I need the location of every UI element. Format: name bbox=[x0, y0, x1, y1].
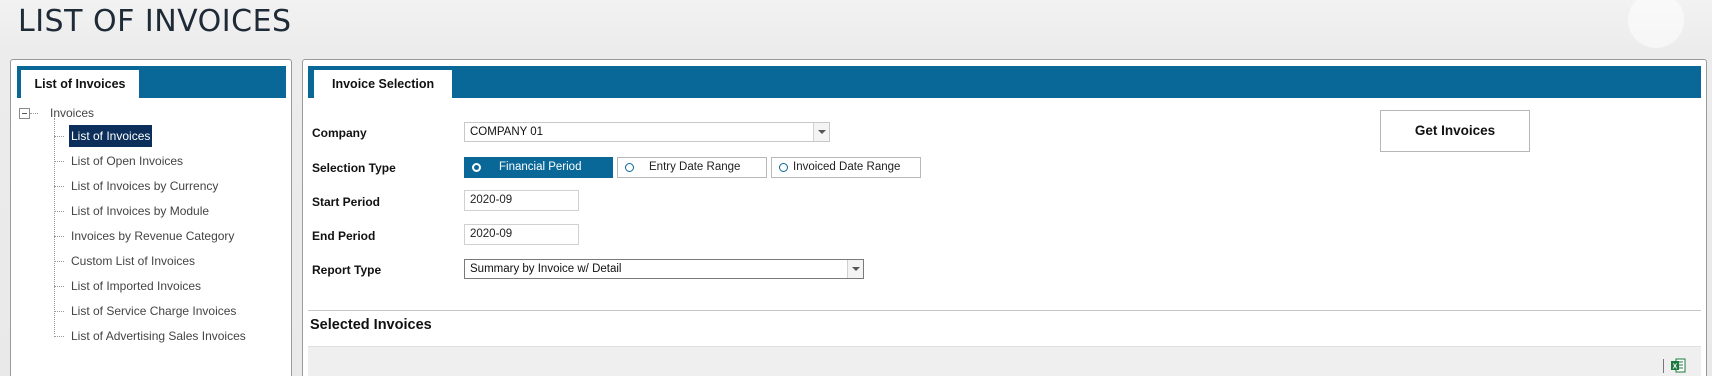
end-period-input[interactable]: 2020-09 bbox=[464, 224, 579, 245]
invoice-list-navigator: List of Invoices Invoices List of Invoic… bbox=[10, 59, 292, 376]
tree-item-service-charge-invoices[interactable]: List of Service Charge Invoices bbox=[19, 299, 287, 324]
collapse-icon[interactable] bbox=[19, 108, 30, 119]
svg-text:X: X bbox=[1673, 364, 1678, 371]
tree-item-label: List of Invoices by Currency bbox=[71, 179, 219, 193]
radio-financial-period[interactable]: Financial Period bbox=[464, 157, 613, 178]
invoice-tree: Invoices List of Invoices List of Open I… bbox=[19, 102, 287, 349]
excel-icon[interactable]: X bbox=[1671, 358, 1686, 373]
invoice-selection-panel: Invoice Selection Company COMPANY 01 Sel… bbox=[302, 59, 1707, 376]
chevron-down-icon[interactable] bbox=[813, 123, 829, 141]
radio-unselected-icon bbox=[779, 163, 788, 172]
company-dropdown[interactable]: COMPANY 01 bbox=[464, 122, 830, 142]
main-tab-strip: Invoice Selection bbox=[308, 66, 1701, 98]
radio-entry-date-range[interactable]: Entry Date Range bbox=[617, 157, 767, 178]
selection-type-label: Selection Type bbox=[312, 161, 396, 175]
tree-item-imported-invoices[interactable]: List of Imported Invoices bbox=[19, 274, 287, 299]
selected-invoices-toolbar: X bbox=[308, 346, 1701, 376]
tree-item-label: List of Invoices bbox=[69, 125, 153, 147]
page-title: LIST OF INVOICES bbox=[18, 4, 292, 39]
get-invoices-button[interactable]: Get Invoices bbox=[1380, 110, 1530, 152]
radio-label: Invoiced Date Range bbox=[793, 161, 901, 173]
tree-connector bbox=[30, 113, 38, 114]
radio-label: Financial Period bbox=[499, 161, 582, 173]
chevron-down-icon[interactable] bbox=[847, 260, 863, 278]
left-tab-strip: List of Invoices bbox=[17, 66, 286, 98]
tree-item-advertising-sales-invoices[interactable]: List of Advertising Sales Invoices bbox=[19, 324, 287, 349]
tree-item-label: List of Service Charge Invoices bbox=[71, 304, 237, 318]
tree-item-label: List of Imported Invoices bbox=[71, 279, 202, 293]
company-label: Company bbox=[312, 126, 367, 140]
tree-item-label: Custom List of Invoices bbox=[71, 254, 196, 268]
tab-list-of-invoices[interactable]: List of Invoices bbox=[21, 70, 139, 98]
end-period-label: End Period bbox=[312, 229, 376, 243]
tree-item-invoices-by-revenue-category[interactable]: Invoices by Revenue Category bbox=[19, 224, 287, 249]
tree-item-list-of-open-invoices[interactable]: List of Open Invoices bbox=[19, 149, 287, 174]
tree-item-custom-list-of-invoices[interactable]: Custom List of Invoices bbox=[19, 249, 287, 274]
tree-item-invoices-by-currency[interactable]: List of Invoices by Currency bbox=[19, 174, 287, 199]
tree-item-list-of-invoices[interactable]: List of Invoices bbox=[19, 124, 287, 149]
radio-label: Entry Date Range bbox=[649, 161, 741, 173]
section-divider bbox=[308, 310, 1701, 311]
radio-selected-icon bbox=[472, 163, 481, 172]
radio-unselected-icon bbox=[625, 163, 634, 172]
start-period-input[interactable]: 2020-09 bbox=[464, 190, 579, 211]
toolbar-separator bbox=[1663, 359, 1664, 373]
tree-root-invoices[interactable]: Invoices bbox=[19, 102, 287, 124]
selected-invoices-title: Selected Invoices bbox=[310, 317, 432, 333]
report-type-value: Summary by Invoice w/ Detail bbox=[470, 263, 622, 275]
tree-item-label: Invoices by Revenue Category bbox=[71, 229, 235, 243]
tree-children: List of Invoices List of Open Invoices L… bbox=[19, 118, 287, 349]
company-value: COMPANY 01 bbox=[470, 126, 544, 138]
tree-item-label: List of Advertising Sales Invoices bbox=[71, 329, 246, 343]
report-type-dropdown[interactable]: Summary by Invoice w/ Detail bbox=[464, 259, 864, 279]
tree-root-label: Invoices bbox=[50, 106, 95, 120]
report-type-label: Report Type bbox=[312, 263, 382, 277]
start-period-label: Start Period bbox=[312, 195, 381, 209]
radio-invoiced-date-range[interactable]: Invoiced Date Range bbox=[771, 157, 921, 178]
tab-invoice-selection[interactable]: Invoice Selection bbox=[314, 70, 453, 98]
tree-item-label: List of Invoices by Module bbox=[71, 204, 210, 218]
tree-item-invoices-by-module[interactable]: List of Invoices by Module bbox=[19, 199, 287, 224]
tree-item-label: List of Open Invoices bbox=[71, 154, 184, 168]
header-background-decoration bbox=[1628, 0, 1684, 48]
